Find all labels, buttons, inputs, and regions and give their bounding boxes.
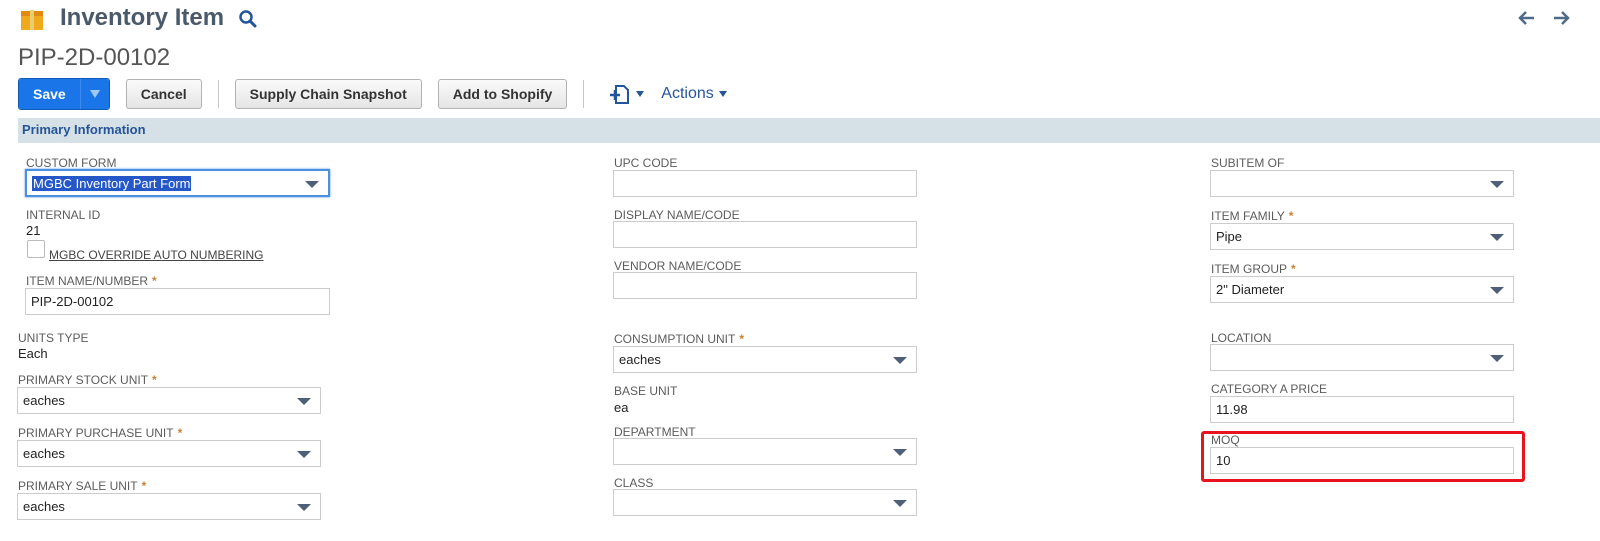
department-label: Department [614, 425, 696, 439]
chevron-down-icon [718, 91, 727, 97]
save-options-dropdown[interactable] [80, 79, 109, 109]
moq-input[interactable]: 10 [1210, 447, 1514, 474]
item-group-label: Item Group * [1211, 262, 1296, 276]
units-type-value: Each [18, 346, 48, 361]
chevron-down-icon [893, 500, 907, 507]
category-a-price-input[interactable]: 11.98 [1210, 396, 1514, 423]
item-name-label: Item Name/Number * [26, 274, 157, 288]
custom-form-select[interactable]: MGBC Inventory Part Form [25, 169, 330, 197]
override-auto-numbering-label[interactable]: MGBC Override Auto Numbering [49, 248, 263, 262]
item-family-label: Item Family * [1211, 209, 1294, 223]
internal-id-label: Internal ID [26, 208, 101, 222]
chevron-down-icon [636, 91, 645, 97]
consumption-unit-label: Consumption Unit * [614, 332, 745, 346]
save-button[interactable]: Save [19, 79, 81, 109]
next-record-icon[interactable] [1552, 9, 1570, 27]
cancel-button[interactable]: Cancel [125, 79, 202, 109]
display-name-input[interactable] [613, 221, 917, 248]
chevron-down-icon [893, 449, 907, 456]
toolbar-divider [217, 80, 219, 108]
record-id: PIP-2D-00102 [18, 44, 171, 71]
override-auto-numbering-checkbox[interactable] [27, 240, 45, 258]
upc-code-input[interactable] [613, 170, 917, 197]
inventory-item-icon [20, 9, 44, 31]
primary-purchase-unit-select[interactable]: eaches [17, 440, 321, 467]
item-family-select[interactable]: Pipe [1210, 223, 1514, 250]
vendor-name-input[interactable] [613, 272, 917, 299]
section-title: Primary Information [22, 122, 146, 137]
item-group-value: 2" Diameter [1216, 282, 1285, 297]
chevron-down-icon [297, 504, 311, 511]
new-record-menu[interactable] [608, 82, 645, 106]
item-group-select[interactable]: 2" Diameter [1210, 276, 1514, 303]
location-label: Location [1211, 331, 1272, 345]
actions-menu[interactable]: Actions [661, 85, 727, 103]
primary-sale-unit-label: Primary Sale Unit * [18, 479, 147, 493]
new-document-icon [610, 85, 630, 104]
consumption-unit-value: eaches [619, 352, 661, 367]
primary-purchase-unit-label: Primary Purchase Unit * [18, 426, 183, 440]
chevron-down-icon [1490, 234, 1504, 241]
record-navigation [1518, 9, 1570, 27]
base-unit-label: Base Unit [614, 384, 678, 398]
base-unit-value: ea [614, 400, 629, 415]
section-header-bar [18, 118, 1600, 143]
page-title: Inventory Item [60, 4, 225, 31]
search-icon[interactable] [238, 9, 258, 29]
toolbar-divider [583, 80, 585, 108]
primary-stock-unit-select[interactable]: eaches [17, 387, 321, 414]
chevron-down-icon [297, 398, 311, 405]
chevron-down-icon [1490, 181, 1504, 188]
class-label: Class [614, 476, 654, 490]
primary-stock-unit-label: Primary Stock Unit * [18, 373, 157, 387]
primary-stock-unit-value: eaches [23, 393, 65, 408]
chevron-down-icon [1490, 355, 1504, 362]
item-name-input[interactable]: PIP-2D-00102 [25, 288, 330, 315]
primary-sale-unit-select[interactable]: eaches [17, 493, 321, 520]
primary-purchase-unit-value: eaches [23, 446, 65, 461]
moq-label: MOQ [1211, 433, 1240, 447]
custom-form-label: Custom Form [26, 156, 117, 170]
location-select[interactable] [1210, 344, 1514, 371]
item-family-value: Pipe [1216, 229, 1243, 244]
actions-label: Actions [661, 85, 714, 102]
class-select[interactable] [613, 489, 917, 516]
chevron-down-icon [89, 90, 100, 98]
consumption-unit-select[interactable]: eaches [613, 346, 917, 373]
category-a-price-label: Category A Price [1211, 382, 1328, 396]
previous-record-icon[interactable] [1518, 9, 1536, 27]
chevron-down-icon [297, 451, 311, 458]
supply-chain-snapshot-button[interactable]: Supply Chain Snapshot [234, 79, 422, 109]
department-select[interactable] [613, 438, 917, 465]
custom-form-value: MGBC Inventory Part Form [32, 176, 192, 191]
primary-sale-unit-value: eaches [23, 499, 65, 514]
subitem-of-select[interactable] [1210, 170, 1514, 197]
toolbar: Save Cancel Supply Chain Snapshot Add to… [18, 78, 728, 110]
save-button-group: Save [18, 78, 110, 110]
subitem-of-label: Subitem of [1211, 156, 1285, 170]
chevron-down-icon [893, 357, 907, 364]
upc-code-label: UPC Code [614, 156, 678, 170]
units-type-label: Units Type [18, 331, 89, 345]
add-to-shopify-button[interactable]: Add to Shopify [437, 79, 568, 109]
chevron-down-icon [305, 181, 319, 188]
display-name-label: Display Name/Code [614, 208, 740, 222]
internal-id-value: 21 [26, 223, 41, 238]
chevron-down-icon [1490, 287, 1504, 294]
vendor-name-label: Vendor Name/Code [614, 259, 742, 273]
